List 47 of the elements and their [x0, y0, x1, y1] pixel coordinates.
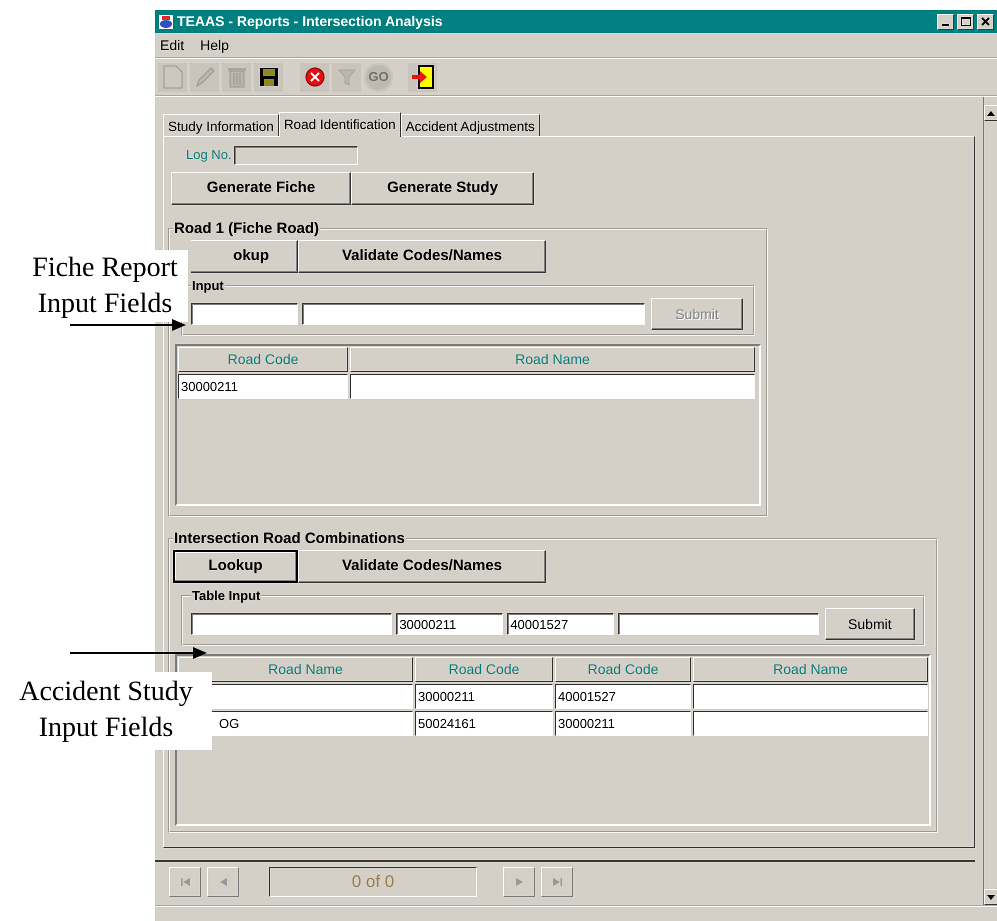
table-cell: 30000211 — [555, 711, 691, 736]
group-title: Input — [191, 279, 225, 292]
scroll-down-button[interactable] — [984, 889, 997, 905]
action-button[interactable]: Generate Study — [351, 172, 534, 205]
action-button[interactable]: okup — [191, 240, 298, 273]
group-title: Intersection Road Combinations — [173, 531, 406, 546]
table-cell: 40001527 — [555, 684, 691, 709]
tab[interactable]: Accident Adjustments — [400, 114, 540, 136]
table-cell: 30000211 — [178, 374, 348, 399]
action-button[interactable]: Generate Fiche — [171, 172, 351, 205]
log-number-field[interactable] — [234, 146, 358, 164]
minimize-icon — [942, 24, 949, 26]
field-label: Log No. — [186, 146, 232, 164]
tab[interactable]: Study Information — [163, 114, 279, 136]
text-field[interactable] — [302, 303, 645, 325]
action-button[interactable]: Validate Codes/Names — [298, 550, 546, 583]
toolbar-button[interactable] — [254, 62, 283, 92]
up-arrow-icon — [987, 110, 995, 116]
action-button[interactable]: Lookup — [173, 550, 298, 583]
maximize-icon — [960, 17, 970, 26]
toolbar-button[interactable] — [408, 62, 437, 92]
app-icon — [158, 14, 174, 30]
text-field[interactable] — [191, 613, 392, 635]
table-cell: 50024161 — [415, 711, 553, 736]
window-title: TEAAS - Reports - Intersection Analysis — [177, 12, 444, 31]
tab[interactable]: Road Identification — [278, 112, 401, 137]
last-page-icon — [550, 876, 564, 888]
action-button[interactable]: Validate Codes/Names — [298, 240, 546, 273]
record-counter: 0 of 0 — [269, 867, 477, 897]
menu-item[interactable]: Edit — [159, 34, 186, 56]
scroll-up-button[interactable] — [984, 105, 997, 121]
text-field[interactable]: 30000211 — [396, 613, 504, 635]
text-field[interactable] — [618, 613, 819, 635]
maximize-button[interactable] — [957, 14, 974, 30]
group-title: Road 1 (Fiche Road) — [173, 221, 320, 236]
submit-button[interactable]: Submit — [824, 608, 916, 640]
table-cell: 30000211 — [415, 684, 553, 709]
down-arrow-icon — [987, 894, 995, 900]
toolbar-button[interactable] — [300, 62, 329, 92]
first-page-icon — [178, 876, 192, 888]
text-field[interactable]: 40001527 — [507, 613, 614, 635]
close-button[interactable] — [977, 14, 994, 30]
text-field[interactable] — [191, 303, 298, 325]
minimize-button[interactable] — [937, 14, 954, 30]
close-icon — [981, 17, 990, 26]
menu-item[interactable]: Help — [199, 34, 230, 56]
group-title: Table Input — [191, 589, 262, 602]
